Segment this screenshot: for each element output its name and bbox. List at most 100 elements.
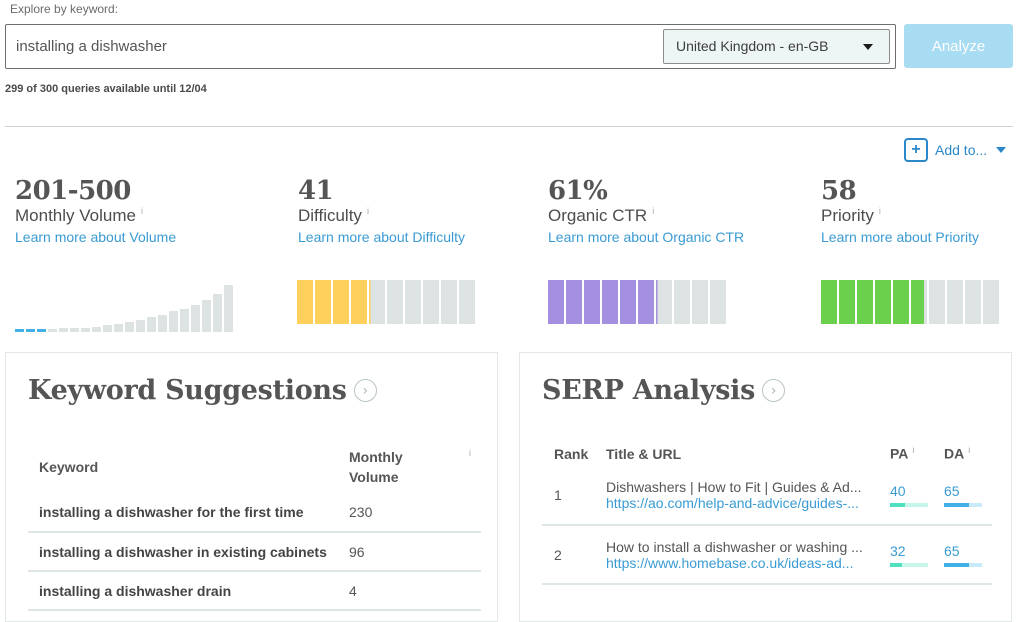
result-url-link[interactable]: https://www.homebase.co.uk/ideas-ad... (606, 555, 878, 571)
volume-bar (37, 329, 46, 332)
locale-select[interactable]: United Kingdom - en-GB (663, 29, 890, 64)
pa-cell: 32 (878, 525, 932, 585)
info-icon[interactable]: i (652, 206, 654, 216)
gauge-segment (297, 280, 313, 324)
gauge-segment (965, 280, 981, 324)
metric-value: 41 (298, 176, 334, 206)
gauge-segment (983, 280, 999, 324)
learn-more-priority-link[interactable]: Learn more about Priority (821, 229, 979, 245)
volume-cell: 96 (338, 532, 481, 572)
info-icon[interactable]: i (141, 206, 143, 216)
card-title-text: Keyword Suggestions (28, 375, 347, 406)
search-box: United Kingdom - en-GB (5, 24, 896, 69)
keyword-suggestions-table: Keyword Monthly Volume i installing a di… (28, 441, 481, 611)
metric-label: Monthly Volume (15, 206, 136, 225)
pa-bar-fill (890, 562, 903, 567)
chevron-right-circle-icon[interactable]: › (353, 379, 377, 402)
da-bar (944, 562, 982, 567)
metric-label: Difficulty (298, 206, 362, 225)
gauge-segment (459, 280, 475, 324)
gauge-segment (584, 280, 600, 324)
gauge-segment (333, 280, 349, 324)
keyword-search-input[interactable] (16, 38, 616, 55)
title-url-cell: Dishwashers | How to Fit | Guides & Ad..… (594, 466, 878, 526)
volume-bar (213, 294, 222, 332)
da-score: 65 (944, 483, 960, 499)
learn-more-ctr-link[interactable]: Learn more about Organic CTR (548, 229, 744, 245)
table-row[interactable]: 2 How to install a dishwasher or washing… (542, 525, 992, 585)
add-to-button[interactable]: + Add to... (904, 138, 1007, 162)
gauge-segment (405, 280, 421, 324)
info-icon[interactable]: i (879, 206, 881, 216)
volume-bar (92, 327, 101, 332)
da-cell: 65 (932, 466, 992, 526)
column-header-label: DA (944, 445, 965, 462)
metric-priority: 58 Priority i Learn more about Priority (821, 176, 979, 245)
volume-bar (202, 300, 211, 332)
divider (5, 126, 1013, 127)
pa-score: 32 (890, 542, 906, 559)
plus-icon: + (904, 138, 928, 162)
info-icon[interactable]: i (912, 445, 914, 455)
result-title: Dishwashers | How to Fit | Guides & Ad..… (606, 479, 862, 495)
pa-cell: 40 (878, 466, 932, 526)
da-cell: 65 (932, 525, 992, 585)
volume-bar (59, 328, 68, 332)
info-icon[interactable]: i (968, 445, 970, 455)
gauge-segment (893, 280, 909, 324)
gauge-segment (839, 280, 855, 324)
gauge-segment (387, 280, 403, 324)
serp-analysis-card: SERP Analysis › Rank Title & URL PA i DA i… (519, 352, 1012, 622)
organic-ctr-gauge (548, 280, 728, 324)
table-row[interactable]: installing a dishwasher for the first ti… (28, 493, 481, 533)
keyword-cell[interactable]: installing a dishwasher for the first ti… (28, 493, 338, 533)
volume-bar (81, 328, 90, 332)
locale-select-value: United Kingdom - en-GB (676, 38, 829, 54)
result-url-link[interactable]: https://ao.com/help-and-advice/guides-..… (606, 495, 878, 511)
gauge-segment (929, 280, 945, 324)
learn-more-volume-link[interactable]: Learn more about Volume (15, 229, 176, 245)
column-header-pa[interactable]: PA i (878, 441, 932, 466)
volume-bar (125, 322, 134, 332)
volume-bar-chart (15, 280, 235, 332)
query-quota: 299 of 300 queries available until 12/04 (5, 83, 207, 95)
volume-bar (70, 328, 79, 332)
volume-bar (158, 315, 167, 332)
table-row[interactable]: installing a dishwasher drain 4 (28, 571, 481, 611)
serp-analysis-title[interactable]: SERP Analysis › (542, 375, 785, 406)
volume-bar (169, 311, 178, 332)
info-icon[interactable]: i (367, 206, 369, 216)
metric-value: 201-500 (15, 176, 131, 206)
table-row[interactable]: installing a dishwasher in existing cabi… (28, 532, 481, 572)
da-score: 65 (944, 542, 960, 559)
volume-bar (224, 285, 233, 332)
table-row[interactable]: 1 Dishwashers | How to Fit | Guides & Ad… (542, 466, 992, 526)
metric-value: 61% (548, 176, 608, 206)
column-header-title-url[interactable]: Title & URL (594, 441, 878, 466)
metric-monthly-volume: 201-500 Monthly Volume i Learn more about… (15, 176, 176, 245)
da-bar-fill (944, 503, 969, 507)
learn-more-difficulty-link[interactable]: Learn more about Difficulty (298, 229, 465, 245)
gauge-segment (351, 280, 367, 324)
gauge-segment (638, 280, 654, 324)
keyword-suggestions-title[interactable]: Keyword Suggestions › (28, 375, 377, 406)
analyze-button[interactable]: Analyze (904, 24, 1013, 68)
column-header-monthly-volume[interactable]: Monthly Volume i (338, 441, 481, 493)
gauge-segment (947, 280, 963, 324)
pa-bar (890, 562, 928, 567)
keyword-cell[interactable]: installing a dishwasher drain (28, 571, 338, 611)
column-header-da[interactable]: DA i (932, 441, 992, 466)
column-header-rank[interactable]: Rank (542, 441, 594, 466)
volume-bar (26, 329, 35, 332)
keyword-cell[interactable]: installing a dishwasher in existing cabi… (28, 532, 338, 572)
pa-bar-fill (890, 503, 906, 507)
metric-organic-ctr: 61% Organic CTR i Learn more about Organi… (548, 176, 744, 245)
info-icon[interactable]: i (469, 443, 471, 463)
volume-bar (103, 325, 112, 332)
column-header-keyword[interactable]: Keyword (28, 441, 338, 493)
volume-bar (114, 324, 123, 332)
gauge-segment (857, 280, 873, 324)
volume-bar (147, 317, 156, 332)
chevron-right-circle-icon[interactable]: › (762, 379, 785, 402)
gauge-segment (875, 280, 891, 324)
